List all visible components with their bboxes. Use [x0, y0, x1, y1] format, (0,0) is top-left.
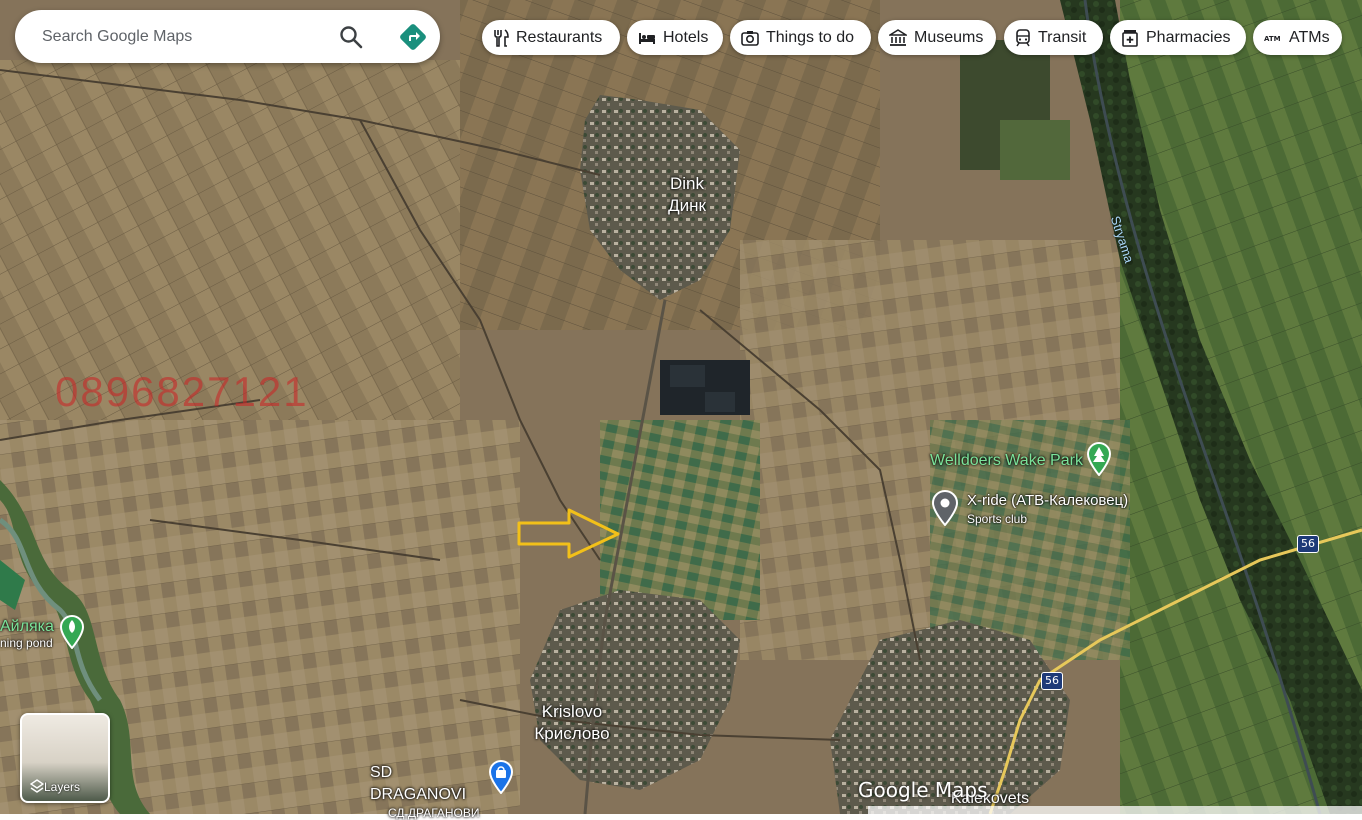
- restaurant-icon: [494, 28, 509, 47]
- attribution-bar: [868, 806, 1362, 814]
- chip-label: Pharmacies: [1146, 28, 1231, 46]
- park-pin-icon[interactable]: [1085, 442, 1113, 476]
- place-name-latin: Dink: [669, 174, 704, 193]
- chip-label: Museums: [914, 28, 984, 46]
- place-pin-icon[interactable]: [930, 490, 960, 526]
- chip-transit[interactable]: Transit: [1004, 20, 1103, 55]
- poi-welldoers-name[interactable]: Welldoers Wake Park: [930, 452, 1083, 470]
- poi-aylyaka-name[interactable]: Айляка: [0, 618, 54, 636]
- place-name-cyrillic: Динк: [668, 196, 706, 215]
- atm-icon: ATM: [1264, 35, 1281, 43]
- svg-text:ATM: ATM: [1264, 35, 1281, 43]
- chip-label: Hotels: [663, 28, 709, 46]
- transit-icon: [1016, 28, 1030, 46]
- chip-label: Transit: [1038, 28, 1087, 46]
- road-shield-56: 56: [1297, 535, 1319, 553]
- chip-museums[interactable]: Museums: [878, 20, 996, 55]
- place-name-cyrillic: СД ДРАГАНОВИ: [388, 806, 480, 820]
- layers-button[interactable]: Layers: [20, 713, 110, 803]
- chip-restaurants[interactable]: Restaurants: [482, 20, 620, 55]
- park-pin-icon[interactable]: [58, 615, 86, 649]
- place-label-krislovo[interactable]: Krislovo Крислово: [520, 701, 624, 745]
- place-name-latin: Krislovo: [541, 702, 603, 721]
- camera-icon: [741, 30, 759, 46]
- place-label-dink[interactable]: Dink Динк: [655, 173, 719, 217]
- chip-label: Things to do: [766, 28, 855, 46]
- chip-atms[interactable]: ATM ATMs: [1253, 20, 1342, 55]
- road-shield-56: 56: [1041, 672, 1063, 690]
- google-maps-logo: Google Maps: [858, 778, 988, 802]
- pharmacy-icon: [1122, 29, 1138, 47]
- poi-xride-category: Sports club: [967, 512, 1028, 526]
- watermark-phone-number: 0896827121: [55, 368, 309, 415]
- poi-xride-name[interactable]: X-ride (АТВ-Калековец): [967, 492, 1128, 509]
- shopping-pin-icon[interactable]: [487, 760, 515, 794]
- layers-label: Layers: [44, 780, 81, 794]
- chip-label: ATMs: [1289, 28, 1330, 46]
- chip-label: Restaurants: [516, 28, 603, 46]
- chip-pharmacies[interactable]: Pharmacies: [1110, 20, 1246, 55]
- place-name-latin: SD DRAGANOVI: [370, 764, 467, 803]
- layers-icon: [30, 779, 44, 793]
- directions-icon[interactable]: [398, 22, 428, 52]
- search-icon[interactable]: [338, 24, 364, 50]
- chip-hotels[interactable]: Hotels: [627, 20, 723, 55]
- search-box: [15, 10, 440, 63]
- place-name-cyrillic: Крислово: [534, 724, 610, 743]
- hotel-icon: [639, 32, 655, 44]
- museum-icon: [889, 28, 907, 46]
- place-label-sd-draganovi[interactable]: SD DRAGANOVI СД ДРАГАНОВИ: [370, 762, 485, 820]
- chip-things-to-do[interactable]: Things to do: [730, 20, 871, 55]
- poi-aylyaka-category: ning pond: [0, 636, 53, 650]
- search-input[interactable]: [42, 25, 322, 49]
